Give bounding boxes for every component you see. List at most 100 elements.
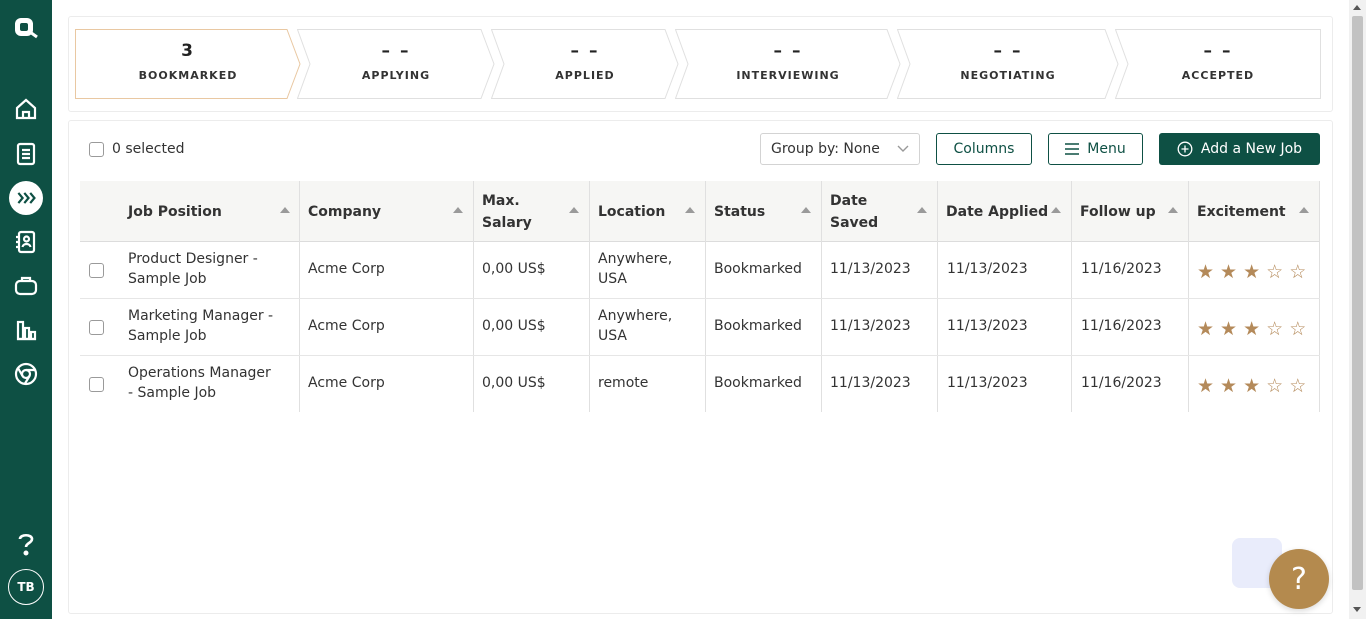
home-icon[interactable] (0, 91, 52, 127)
selected-count: 0 selected (112, 141, 185, 157)
briefcase-icon[interactable] (0, 268, 52, 304)
star-filled-icon[interactable]: ★ (1197, 377, 1214, 396)
location-line: USA (598, 328, 627, 344)
star-filled-icon[interactable]: ★ (1243, 377, 1260, 396)
column-divider (705, 181, 706, 412)
document-icon[interactable] (0, 136, 52, 172)
column-divider (821, 181, 822, 412)
follow-up-cell: 11/16/2023 (1081, 318, 1162, 334)
header-label: Saved (830, 214, 879, 231)
star-filled-icon[interactable]: ★ (1220, 320, 1237, 339)
app-logo-icon[interactable] (0, 10, 52, 46)
user-avatar[interactable]: TB (8, 569, 44, 605)
plus-circle-icon (1177, 141, 1193, 157)
stage-label: ACCEPTED (1181, 69, 1255, 82)
star-empty-icon[interactable]: ☆ (1289, 377, 1306, 396)
row-checkbox[interactable] (89, 263, 104, 278)
row-checkbox[interactable] (89, 377, 104, 392)
selection-summary: 0 selected (89, 141, 184, 157)
status-cell[interactable]: Bookmarked (714, 318, 802, 334)
job-position-cell[interactable]: Marketing Manager - Sample Job (128, 306, 293, 346)
sort-icon[interactable] (453, 207, 463, 213)
header-company[interactable]: Company (308, 181, 473, 242)
stage-count: – – (381, 41, 411, 61)
job-position-line: Sample Job (128, 328, 207, 344)
header-job-position[interactable]: Job Position (128, 181, 298, 242)
column-divider (1188, 181, 1189, 412)
follow-up-cell: 11/16/2023 (1081, 261, 1162, 277)
star-empty-icon[interactable]: ☆ (1266, 377, 1283, 396)
stage-label: APPLYING (361, 69, 431, 82)
stage-negotiating[interactable]: – – NEGOTIATING (897, 29, 1119, 99)
stage-label: APPLIED (555, 69, 615, 82)
header-excitement[interactable]: Excitement (1197, 181, 1307, 242)
scroll-down-icon[interactable] (1353, 607, 1361, 612)
excitement-rating[interactable]: ★ ★ ★ ☆ ☆ (1197, 320, 1306, 339)
status-cell[interactable]: Bookmarked (714, 375, 802, 391)
contacts-icon[interactable] (0, 224, 52, 260)
sort-icon[interactable] (685, 207, 695, 213)
date-applied-cell: 11/13/2023 (947, 318, 1028, 334)
group-by-value: Group by: None (771, 141, 880, 157)
company-cell: Acme Corp (308, 261, 385, 277)
columns-button[interactable]: Columns (936, 133, 1032, 165)
header-label: Status (714, 203, 766, 220)
job-position-line: Marketing Manager - (128, 308, 274, 324)
scroll-up-icon[interactable] (1353, 5, 1361, 10)
chrome-extension-icon[interactable] (0, 356, 52, 392)
job-tracker-icon[interactable] (0, 180, 52, 216)
stage-interviewing[interactable]: – – INTERVIEWING (675, 29, 901, 99)
sort-icon[interactable] (1299, 207, 1309, 213)
column-divider (1071, 181, 1072, 412)
scroll-thumb[interactable] (1352, 16, 1363, 590)
row-checkbox[interactable] (89, 320, 104, 335)
column-divider (937, 181, 938, 412)
help-icon[interactable] (0, 526, 52, 562)
sort-icon[interactable] (801, 207, 811, 213)
menu-label: Menu (1087, 141, 1126, 157)
date-applied-cell: 11/13/2023 (947, 261, 1028, 277)
analytics-icon[interactable] (0, 312, 52, 348)
sort-icon[interactable] (1168, 207, 1178, 213)
sort-icon[interactable] (280, 207, 290, 213)
star-filled-icon[interactable]: ★ (1220, 377, 1237, 396)
hamburger-icon (1065, 143, 1080, 155)
date-saved-cell: 11/13/2023 (830, 375, 911, 391)
stage-label: NEGOTIATING (960, 69, 1056, 82)
job-position-cell[interactable]: Product Designer - Sample Job (128, 249, 293, 289)
sort-icon[interactable] (569, 207, 579, 213)
stage-accepted[interactable]: – – ACCEPTED (1115, 29, 1321, 99)
select-all-checkbox[interactable] (89, 141, 104, 157)
date-applied-cell: 11/13/2023 (947, 375, 1028, 391)
stage-bookmarked[interactable]: 3 BOOKMARKED (75, 29, 301, 99)
status-cell[interactable]: Bookmarked (714, 261, 802, 277)
star-filled-icon[interactable]: ★ (1220, 263, 1237, 282)
group-by-select[interactable]: Group by: None (760, 133, 920, 165)
salary-cell: 0,00 US$ (482, 318, 546, 334)
stage-applied[interactable]: – – APPLIED (491, 29, 679, 99)
sidebar: TB (0, 0, 52, 619)
star-empty-icon[interactable]: ☆ (1289, 263, 1306, 282)
job-position-cell[interactable]: Operations Manager - Sample Job (128, 363, 293, 403)
header-label: Location (598, 203, 666, 220)
star-filled-icon[interactable]: ★ (1197, 263, 1214, 282)
star-filled-icon[interactable]: ★ (1243, 263, 1260, 282)
excitement-rating[interactable]: ★ ★ ★ ☆ ☆ (1197, 263, 1306, 282)
stage-applying[interactable]: – – APPLYING (297, 29, 495, 99)
star-filled-icon[interactable]: ★ (1197, 320, 1214, 339)
follow-up-cell: 11/16/2023 (1081, 375, 1162, 391)
stage-count: – – (993, 41, 1023, 61)
sort-icon[interactable] (1051, 207, 1061, 213)
star-empty-icon[interactable]: ☆ (1266, 320, 1283, 339)
page-scrollbar[interactable] (1349, 0, 1366, 619)
star-filled-icon[interactable]: ★ (1243, 320, 1260, 339)
header-label: Job Position (128, 203, 222, 220)
menu-button[interactable]: Menu (1048, 133, 1143, 165)
pipeline-stages: 3 BOOKMARKED – – APPLYING – – APPLIED – … (75, 29, 1321, 99)
star-empty-icon[interactable]: ☆ (1289, 320, 1306, 339)
excitement-rating[interactable]: ★ ★ ★ ☆ ☆ (1197, 377, 1306, 396)
sort-icon[interactable] (917, 207, 927, 213)
help-chat-button[interactable]: ? (1269, 549, 1329, 609)
add-new-job-button[interactable]: Add a New Job (1159, 133, 1320, 165)
star-empty-icon[interactable]: ☆ (1266, 263, 1283, 282)
